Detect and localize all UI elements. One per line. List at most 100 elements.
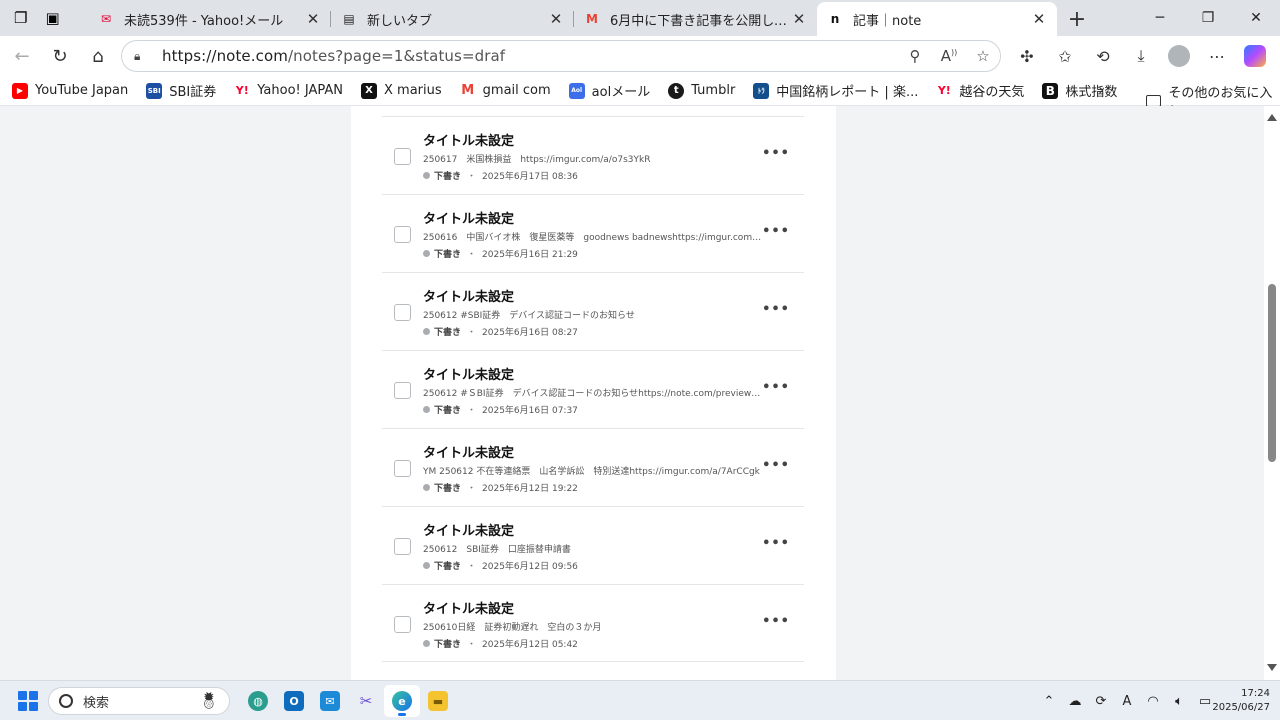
note-excerpt: 250617 米国株損益 https://imgur.com/a/o7s3YkR	[423, 155, 651, 165]
list-item[interactable]: タイトル未設定 250612 #SBI証券 デバイス認証コードのお知らせ 下書き…	[382, 272, 804, 350]
note-title[interactable]: タイトル未設定	[423, 130, 514, 149]
select-checkbox[interactable]	[394, 382, 411, 399]
search-icon	[59, 694, 73, 708]
more-options-icon[interactable]: •••	[762, 302, 790, 317]
status-badge: 下書き	[434, 172, 462, 182]
vertical-tabs-icon[interactable]: ▣	[45, 9, 59, 27]
refresh-button[interactable]: ↻	[42, 38, 78, 74]
start-button[interactable]	[18, 691, 38, 711]
list-item[interactable]: タイトル未設定 250617 米国株損益 https://imgur.com/a…	[382, 116, 804, 194]
speaker-icon[interactable]: 🔈︎	[1166, 694, 1192, 709]
status-dot-icon	[423, 484, 430, 491]
copilot-button[interactable]	[1236, 38, 1274, 74]
select-checkbox[interactable]	[394, 148, 411, 165]
close-icon[interactable]: ✕	[548, 10, 564, 28]
note-excerpt: 250610日経 証券初動遅れ 空白の３か月	[423, 623, 602, 633]
note-title[interactable]: タイトル未設定	[423, 520, 514, 539]
bookmark-koshigaya-weather[interactable]: Y! 越谷の天気	[936, 81, 1025, 100]
chevron-right-icon[interactable]: ›	[1098, 80, 1104, 99]
home-button[interactable]: ⌂	[80, 38, 116, 74]
select-checkbox[interactable]	[394, 460, 411, 477]
address-bar[interactable]: 🔒︎ https://note.com/notes?page=1&status=…	[121, 40, 1001, 72]
url-text[interactable]: https://note.com/notes?page=1&status=dra…	[162, 47, 898, 65]
select-checkbox[interactable]	[394, 304, 411, 321]
status-badge: 下書き	[434, 406, 462, 416]
tab-note[interactable]: n 記事｜note ✕	[817, 2, 1057, 36]
close-window-icon[interactable]: ✕	[1232, 0, 1280, 36]
windows-taskbar: 検索 🍍︎ ◍ O ✉ ✂ e ▬ ⌃ ☁ ⟳ A ◠ 🔈︎ ▭ 17:24 2…	[0, 680, 1280, 720]
taskbar-search[interactable]: 検索 🍍︎	[48, 687, 230, 715]
select-checkbox[interactable]	[394, 226, 411, 243]
wifi-icon[interactable]: ◠	[1140, 694, 1166, 709]
scroll-up-icon[interactable]	[1267, 114, 1277, 121]
tab-gmail[interactable]: M 6月中に下書き記事を公開して、すべて ✕	[574, 2, 817, 36]
tab-title: 新しいタブ	[367, 13, 433, 29]
favorites-icon[interactable]: ✩	[1046, 38, 1084, 74]
more-options-icon[interactable]: •••	[762, 224, 790, 239]
select-checkbox[interactable]	[394, 538, 411, 555]
minimize-icon[interactable]: ─	[1136, 0, 1184, 36]
more-menu-icon[interactable]: ⋯	[1198, 38, 1236, 74]
bookmark-china-stock-report[interactable]: ﾄﾗ 中国銘柄レポート | 楽...	[753, 81, 918, 100]
globe-app-icon[interactable]: ◍	[240, 685, 276, 717]
bookmark-gmail[interactable]: Mgmail com	[460, 83, 550, 99]
status-badge: 下書き	[434, 328, 462, 338]
close-icon[interactable]: ✕	[305, 10, 321, 28]
note-title[interactable]: タイトル未設定	[423, 286, 514, 305]
history-icon[interactable]: ⟲	[1084, 38, 1122, 74]
more-options-icon[interactable]: •••	[762, 614, 790, 629]
select-checkbox[interactable]	[394, 616, 411, 633]
downloads-icon[interactable]: ⤓	[1122, 38, 1160, 74]
sync-icon[interactable]: ⟳	[1088, 694, 1114, 709]
tab-yahoo-mail[interactable]: ✉ 未読539件 - Yahoo!メール ✕	[88, 2, 331, 36]
page-scrollbar[interactable]	[1264, 106, 1280, 680]
outlook-icon[interactable]: O	[276, 685, 312, 717]
zoom-icon[interactable]: ⚲	[898, 47, 932, 65]
note-icon: n	[830, 12, 840, 26]
new-tab-button[interactable]: +	[1057, 2, 1097, 36]
snipping-tool-icon[interactable]: ✂	[348, 685, 384, 717]
read-aloud-icon[interactable]: A))	[932, 47, 966, 65]
workspaces-icon[interactable]: ❐	[14, 9, 27, 27]
bookmark-tumblr[interactable]: t Tumblr	[668, 82, 735, 99]
scroll-thumb[interactable]	[1268, 284, 1276, 462]
extensions-icon[interactable]: ✣	[1008, 38, 1046, 74]
bookmark-sbi[interactable]: SBI SBI証券	[146, 81, 216, 100]
lock-icon[interactable]: 🔒︎	[134, 49, 150, 64]
note-date: 2025年6月17日 08:36	[482, 172, 578, 182]
more-options-icon[interactable]: •••	[762, 380, 790, 395]
list-item[interactable]: タイトル未設定 250612 SBI証券 口座振替申請書 下書き・ 2025年6月…	[382, 506, 804, 584]
list-item[interactable]: タイトル未設定 250612 #ＳBI証券 デバイス認証コードのお知らせhttp…	[382, 350, 804, 428]
close-icon[interactable]: ✕	[1031, 10, 1047, 28]
outlook-new-icon[interactable]: ✉	[312, 685, 348, 717]
note-title[interactable]: タイトル未設定	[423, 442, 514, 461]
more-options-icon[interactable]: •••	[762, 536, 790, 551]
restore-icon[interactable]: ❐	[1184, 0, 1232, 36]
more-options-icon[interactable]: •••	[762, 458, 790, 473]
more-options-icon[interactable]: •••	[762, 146, 790, 161]
note-date: 2025年6月16日 08:27	[482, 328, 578, 338]
edge-icon[interactable]: e	[384, 685, 420, 717]
note-title[interactable]: タイトル未設定	[423, 598, 514, 617]
profile-button[interactable]	[1160, 38, 1198, 74]
file-explorer-icon[interactable]: ▬	[420, 685, 456, 717]
favorite-star-icon[interactable]: ☆	[966, 47, 1000, 65]
close-icon[interactable]: ✕	[791, 10, 807, 28]
list-item[interactable]: タイトル未設定 250616 中国バイオ株 復星医薬等 goodnews bad…	[382, 194, 804, 272]
note-title[interactable]: タイトル未設定	[423, 364, 514, 383]
note-title[interactable]: タイトル未設定	[423, 208, 514, 227]
scroll-down-icon[interactable]	[1267, 664, 1277, 671]
bookmark-aol[interactable]: Aol aolメール	[568, 81, 650, 100]
bookmark-stock-index[interactable]: B 株式指数	[1042, 81, 1117, 100]
back-button[interactable]: ←	[4, 38, 40, 74]
taskbar-clock[interactable]: 17:24 2025/06/27	[1206, 687, 1270, 715]
bookmark-x[interactable]: XX marius	[361, 82, 442, 99]
list-item[interactable]: タイトル未設定 YM 250612 不在等連絡票 山名学訴訟 特別送達https…	[382, 428, 804, 506]
list-item[interactable]: タイトル未設定 250610日経 証券初動遅れ 空白の３か月 下書き・ 2025年…	[382, 584, 804, 662]
chevron-up-icon[interactable]: ⌃	[1036, 694, 1062, 709]
cloud-icon[interactable]: ☁	[1062, 694, 1088, 709]
tab-new-tab[interactable]: ▤ 新しいタブ ✕	[331, 2, 574, 36]
bookmark-youtube[interactable]: ▶ YouTube Japan	[12, 82, 128, 99]
ime-icon[interactable]: A	[1114, 694, 1140, 709]
bookmark-yahoo-japan[interactable]: Y! Yahoo! JAPAN	[234, 83, 343, 99]
